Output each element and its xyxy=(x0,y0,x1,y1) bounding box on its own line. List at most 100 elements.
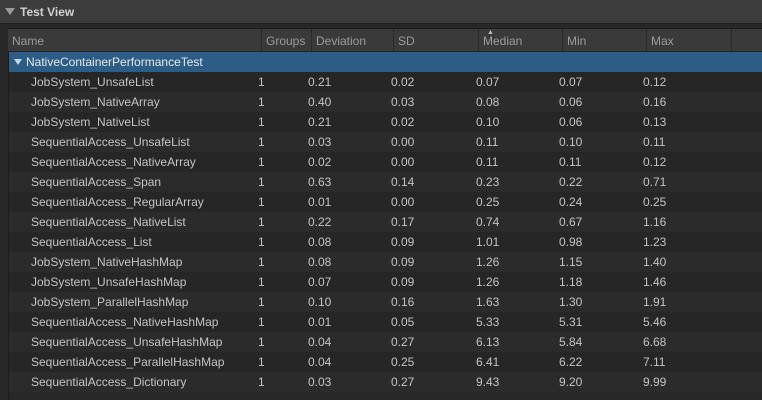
cell-deviation: 0.03 xyxy=(308,375,332,389)
cell-max: 1.91 xyxy=(643,295,667,309)
cell-deviation: 0.22 xyxy=(308,215,332,229)
cell-name: SequentialAccess_UnsafeHashMap xyxy=(31,335,223,349)
column-header-name[interactable]: Name xyxy=(8,29,262,51)
table-row[interactable]: SequentialAccess_NativeArray 1 0.02 0.00 0.1… xyxy=(9,152,762,172)
table-row[interactable]: SequentialAccess_UnsafeHashMap 1 0.04 0.27 6… xyxy=(9,332,762,352)
column-header-min[interactable]: Min xyxy=(563,29,647,51)
cell-max: 0.71 xyxy=(643,175,667,189)
cell-deviation: 0.40 xyxy=(308,95,332,109)
cell-deviation: 0.08 xyxy=(308,255,332,269)
cell-groups: 1 xyxy=(258,315,265,329)
column-header-median[interactable]: Median ▲ xyxy=(479,29,563,51)
cell-sd: 0.09 xyxy=(391,275,415,289)
table-row[interactable]: JobSystem_NativeHashMap 1 0.08 0.09 1.26 1.15… xyxy=(9,252,762,272)
cell-deviation: 0.21 xyxy=(308,75,332,89)
cell-name: SequentialAccess_List xyxy=(31,235,152,249)
cell-groups: 1 xyxy=(258,195,265,209)
table-row[interactable]: SequentialAccess_Span 1 0.63 0.14 0.23 0.22 0.… xyxy=(9,172,762,192)
cell-median: 0.08 xyxy=(476,95,500,109)
column-header-max[interactable]: Max xyxy=(647,29,732,51)
cell-name: SequentialAccess_NativeList xyxy=(31,215,186,229)
cell-max: 0.16 xyxy=(643,95,667,109)
cell-sd: 0.25 xyxy=(391,355,415,369)
cell-sd: 0.14 xyxy=(391,175,415,189)
cell-name: SequentialAccess_RegularArray xyxy=(31,195,204,209)
cell-min: 0.11 xyxy=(559,155,582,169)
cell-groups: 1 xyxy=(258,115,265,129)
cell-name: SequentialAccess_UnsafeList xyxy=(31,135,190,149)
cell-groups: 1 xyxy=(258,155,265,169)
table-row[interactable]: JobSystem_NativeList 1 0.21 0.02 0.10 0.06 0.1… xyxy=(9,112,762,132)
cell-sd: 0.03 xyxy=(391,95,415,109)
cell-deviation: 0.03 xyxy=(308,135,332,149)
cell-groups: 1 xyxy=(258,135,265,149)
table-row[interactable]: JobSystem_NativeArray 1 0.40 0.03 0.08 0.06 0.… xyxy=(9,92,762,112)
cell-median: 1.01 xyxy=(476,235,500,249)
cell-sd: 0.17 xyxy=(391,215,415,229)
column-header-label: Name xyxy=(12,34,45,48)
cell-sd: 0.02 xyxy=(391,75,415,89)
sort-ascending-icon: ▲ xyxy=(487,29,494,36)
cell-median: 0.07 xyxy=(476,75,500,89)
cell-max: 6.68 xyxy=(643,335,667,349)
column-header-sd[interactable]: SD xyxy=(394,29,479,51)
table-row[interactable]: SequentialAccess_ParallelHashMap 1 0.04 0.2… xyxy=(9,352,762,372)
cell-min: 6.22 xyxy=(559,355,583,369)
cell-median: 0.11 xyxy=(476,135,499,149)
cell-name: SequentialAccess_NativeArray xyxy=(31,155,196,169)
cell-groups: 1 xyxy=(258,95,265,109)
table-row[interactable]: JobSystem_ParallelHashMap 1 0.10 0.16 1.63 1.… xyxy=(9,292,762,312)
cell-min: 0.67 xyxy=(559,215,583,229)
column-header-label: Groups xyxy=(266,34,306,48)
cell-sd: 0.16 xyxy=(391,295,415,309)
table-row[interactable]: SequentialAccess_List 1 0.08 0.09 1.01 0.98 1.… xyxy=(9,232,762,252)
cell-deviation: 0.07 xyxy=(308,275,332,289)
column-header-groups[interactable]: Groups xyxy=(262,29,312,51)
table-row[interactable]: SequentialAccess_Dictionary 1 0.03 0.27 9.43… xyxy=(9,372,762,392)
column-header-label: Max xyxy=(651,34,674,48)
column-header-deviation[interactable]: Deviation xyxy=(312,29,394,51)
cell-name: JobSystem_NativeList xyxy=(31,115,150,129)
cell-deviation: 0.01 xyxy=(308,195,332,209)
cell-groups: 1 xyxy=(258,355,265,369)
panel-titlebar[interactable]: Test View xyxy=(0,0,762,24)
cell-groups: 1 xyxy=(258,235,265,249)
table-row[interactable]: SequentialAccess_NativeHashMap 1 0.01 0.05 5… xyxy=(9,312,762,332)
cell-max: 1.40 xyxy=(643,255,667,269)
cell-name: JobSystem_UnsafeHashMap xyxy=(31,275,187,289)
cell-median: 6.13 xyxy=(476,335,500,349)
table-row[interactable]: SequentialAccess_UnsafeList 1 0.03 0.00 0.11… xyxy=(9,132,762,152)
table-row[interactable]: JobSystem_UnsafeHashMap 1 0.07 0.09 1.26 1.18… xyxy=(9,272,762,292)
cell-groups: 1 xyxy=(258,375,265,389)
cell-median: 9.43 xyxy=(476,375,500,389)
cell-max: 0.25 xyxy=(643,195,667,209)
cell-min: 0.07 xyxy=(559,75,583,89)
cell-name: JobSystem_NativeArray xyxy=(31,95,160,109)
group-row-nativecontainerperformancetest[interactable]: NativeContainerPerformanceTest xyxy=(9,52,762,72)
cell-sd: 0.02 xyxy=(391,115,415,129)
cell-name: SequentialAccess_Dictionary xyxy=(31,375,187,389)
cell-median: 6.41 xyxy=(476,355,500,369)
cell-deviation: 0.21 xyxy=(308,115,332,129)
table-body: JobSystem_UnsafeList 1 0.21 0.02 0.07 0.07 0.1… xyxy=(9,72,762,392)
expand-arrow-icon[interactable] xyxy=(14,59,22,65)
cell-median: 1.26 xyxy=(476,275,500,289)
table-row[interactable]: JobSystem_UnsafeList 1 0.21 0.02 0.07 0.07 0.1… xyxy=(9,72,762,92)
cell-median: 0.74 xyxy=(476,215,500,229)
foldout-arrow-icon[interactable] xyxy=(5,8,15,15)
cell-deviation: 0.02 xyxy=(308,155,332,169)
cell-groups: 1 xyxy=(258,275,265,289)
cell-groups: 1 xyxy=(258,255,265,269)
cell-min: 0.98 xyxy=(559,235,583,249)
cell-min: 9.20 xyxy=(559,375,583,389)
cell-max: 7.11 xyxy=(643,355,666,369)
cell-groups: 1 xyxy=(258,215,265,229)
cell-deviation: 0.08 xyxy=(308,235,332,249)
cell-max: 1.46 xyxy=(643,275,667,289)
cell-min: 1.18 xyxy=(559,275,583,289)
cell-min: 0.22 xyxy=(559,175,583,189)
cell-sd: 0.00 xyxy=(391,155,415,169)
table-row[interactable]: SequentialAccess_NativeList 1 0.22 0.17 0.74… xyxy=(9,212,762,232)
table-row[interactable]: SequentialAccess_RegularArray 1 0.01 0.00 0.… xyxy=(9,192,762,212)
cell-min: 1.15 xyxy=(559,255,583,269)
